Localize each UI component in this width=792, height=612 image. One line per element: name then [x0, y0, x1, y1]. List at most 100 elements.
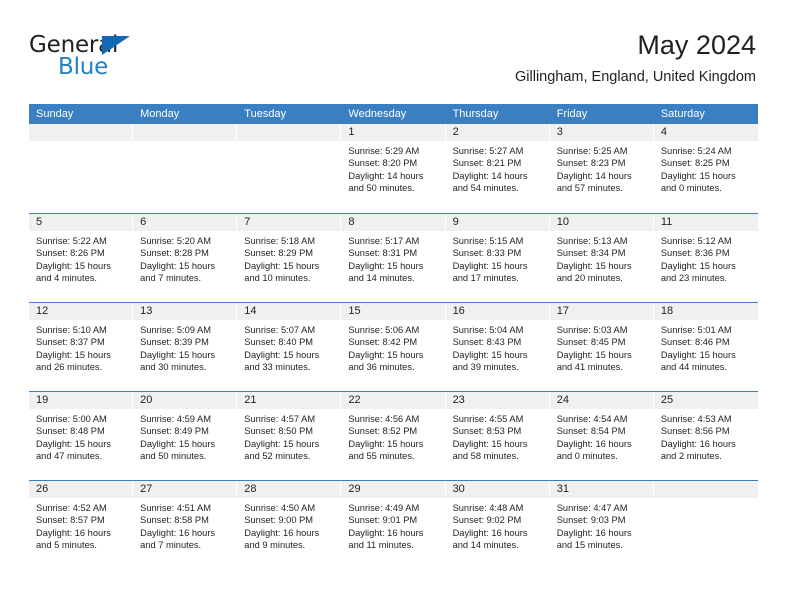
calendar-day-cell[interactable]: 12 Sunrise: 5:10 AM Sunset: 8:37 PM Dayligh…: [29, 303, 134, 391]
day-number: 12: [29, 303, 134, 320]
calendar-day-cell[interactable]: 16 Sunrise: 5:04 AM Sunset: 8:43 PM Dayligh…: [445, 303, 550, 391]
calendar-day-cell[interactable]: 9 Sunrise: 5:15 AM Sunset: 8:33 PM Daylight…: [445, 214, 550, 302]
calendar-day-cell[interactable]: 24 Sunrise: 4:54 AM Sunset: 8:54 PM Dayligh…: [549, 392, 654, 480]
day-details: Sunrise: 5:29 AM Sunset: 8:20 PM Daylight:…: [341, 141, 445, 195]
daylight-text: Daylight: 16 hours and 15 minutes.: [556, 527, 632, 551]
calendar-day-cell[interactable]: 19 Sunrise: 5:00 AM Sunset: 8:48 PM Dayligh…: [29, 392, 134, 480]
calendar-day-cell[interactable]: 6 Sunrise: 5:20 AM Sunset: 8:28 PM Daylight…: [133, 214, 238, 302]
calendar-day-cell[interactable]: 31 Sunrise: 4:47 AM Sunset: 9:03 PM Dayligh…: [549, 481, 654, 569]
daylight-text: Daylight: 15 hours and 0 minutes.: [660, 170, 736, 194]
sunrise-text: Sunrise: 5:13 AM: [556, 236, 628, 246]
day-number: 28: [237, 481, 342, 498]
calendar-day-cell[interactable]: 28 Sunrise: 4:50 AM Sunset: 9:00 PM Dayligh…: [237, 481, 342, 569]
calendar-day-cell[interactable]: 4 Sunrise: 5:24 AM Sunset: 8:25 PM Daylight…: [653, 124, 758, 213]
day-details: Sunrise: 4:48 AM Sunset: 9:02 PM Daylight:…: [446, 498, 550, 552]
sunrise-text: Sunrise: 5:22 AM: [36, 236, 107, 246]
day-number: 13: [133, 303, 238, 320]
calendar-day-cell[interactable]: 18 Sunrise: 5:01 AM Sunset: 8:46 PM Dayligh…: [653, 303, 758, 391]
logo-text-blue: Blue: [58, 54, 109, 80]
day-details: Sunrise: 5:01 AM Sunset: 8:46 PM Daylight:…: [654, 320, 758, 374]
day-number: 29: [341, 481, 446, 498]
day-number: 10: [549, 214, 654, 231]
daylight-text: Daylight: 15 hours and 44 minutes.: [660, 349, 736, 373]
sunset-text: Sunset: 8:31 PM: [348, 248, 418, 259]
calendar-week-row: 5 Sunrise: 5:22 AM Sunset: 8:26 PM Daylight…: [29, 213, 758, 302]
sunset-text: Sunset: 8:26 PM: [36, 248, 105, 259]
calendar-day-cell[interactable]: 3 Sunrise: 5:25 AM Sunset: 8:23 PM Daylight…: [549, 124, 654, 213]
weekday-friday: Friday: [556, 108, 588, 120]
sunrise-text: Sunrise: 5:18 AM: [244, 236, 316, 246]
calendar-day-cell[interactable]: 22 Sunrise: 4:56 AM Sunset: 8:52 PM Dayligh…: [341, 392, 446, 480]
daylight-text: Daylight: 16 hours and 7 minutes.: [140, 527, 216, 551]
sunset-text: Sunset: 8:33 PM: [452, 248, 522, 259]
day-details: Sunrise: 5:22 AM Sunset: 8:26 PM Daylight:…: [29, 231, 133, 285]
day-details: Sunrise: 5:03 AM Sunset: 8:45 PM Daylight:…: [550, 320, 654, 374]
calendar-day-cell[interactable]: 29 Sunrise: 4:49 AM Sunset: 9:01 PM Dayligh…: [341, 481, 446, 569]
sunrise-text: Sunrise: 5:27 AM: [452, 146, 524, 156]
weekday-thursday: Thursday: [452, 108, 499, 120]
sunrise-text: Sunrise: 4:57 AM: [244, 414, 316, 424]
sunrise-text: Sunrise: 4:51 AM: [140, 503, 211, 513]
sunrise-text: Sunrise: 4:47 AM: [556, 503, 628, 513]
page-subtitle: Gillingham, England, United Kingdom: [515, 69, 756, 85]
calendar-day-cell[interactable]: 1 Sunrise: 5:29 AM Sunset: 8:20 PM Daylight…: [341, 124, 446, 213]
sunset-text: Sunset: 8:56 PM: [660, 426, 730, 437]
day-number: 2: [445, 124, 550, 141]
page-title: May 2024: [637, 30, 756, 60]
calendar-day-cell[interactable]: 17 Sunrise: 5:03 AM Sunset: 8:45 PM Dayligh…: [549, 303, 654, 391]
page-header: General Blue May 2024 Gillingham, Englan…: [29, 28, 756, 98]
sunrise-text: Sunrise: 5:00 AM: [36, 414, 107, 424]
calendar-day-cell[interactable]: 25 Sunrise: 4:53 AM Sunset: 8:56 PM Dayligh…: [653, 392, 758, 480]
calendar-day-cell[interactable]: 13 Sunrise: 5:09 AM Sunset: 8:39 PM Dayligh…: [133, 303, 238, 391]
sunset-text: Sunset: 8:29 PM: [244, 248, 314, 259]
calendar-day-cell[interactable]: 26 Sunrise: 4:52 AM Sunset: 8:57 PM Dayligh…: [29, 481, 134, 569]
sunset-text: Sunset: 9:03 PM: [556, 515, 626, 526]
day-number: 27: [133, 481, 238, 498]
calendar-day-cell[interactable]: 11 Sunrise: 5:12 AM Sunset: 8:36 PM Dayligh…: [653, 214, 758, 302]
sunrise-text: Sunrise: 5:29 AM: [348, 146, 420, 156]
sunset-text: Sunset: 8:20 PM: [348, 158, 418, 169]
day-number: 1: [341, 124, 446, 141]
day-details: Sunrise: 4:57 AM Sunset: 8:50 PM Daylight:…: [237, 409, 341, 463]
calendar-day-cell[interactable]: 10 Sunrise: 5:13 AM Sunset: 8:34 PM Dayligh…: [549, 214, 654, 302]
day-details: Sunrise: 4:51 AM Sunset: 8:58 PM Daylight:…: [133, 498, 237, 552]
calendar-empty-cell: [29, 124, 134, 213]
sunset-text: Sunset: 9:00 PM: [244, 515, 314, 526]
sunset-text: Sunset: 8:45 PM: [556, 337, 626, 348]
day-details: Sunrise: 5:04 AM Sunset: 8:43 PM Daylight:…: [446, 320, 550, 374]
day-details: Sunrise: 5:18 AM Sunset: 8:29 PM Daylight:…: [237, 231, 341, 285]
sunset-text: Sunset: 8:23 PM: [556, 158, 626, 169]
calendar-day-cell[interactable]: 7 Sunrise: 5:18 AM Sunset: 8:29 PM Daylight…: [237, 214, 342, 302]
triangle-icon: [102, 36, 130, 55]
calendar-day-cell[interactable]: 14 Sunrise: 5:07 AM Sunset: 8:40 PM Dayligh…: [237, 303, 342, 391]
day-number: 30: [445, 481, 550, 498]
day-details: Sunrise: 5:06 AM Sunset: 8:42 PM Daylight:…: [341, 320, 445, 374]
calendar-day-cell[interactable]: 20 Sunrise: 4:59 AM Sunset: 8:49 PM Dayligh…: [133, 392, 238, 480]
calendar-day-cell[interactable]: 15 Sunrise: 5:06 AM Sunset: 8:42 PM Dayligh…: [341, 303, 446, 391]
sunrise-text: Sunrise: 4:59 AM: [140, 414, 211, 424]
calendar-empty-cell: [133, 124, 238, 213]
day-details: Sunrise: 4:50 AM Sunset: 9:00 PM Daylight:…: [237, 498, 341, 552]
calendar-day-cell[interactable]: 23 Sunrise: 4:55 AM Sunset: 8:53 PM Dayligh…: [445, 392, 550, 480]
day-number: 31: [549, 481, 654, 498]
calendar-week-row: 19 Sunrise: 5:00 AM Sunset: 8:48 PM Dayligh…: [29, 391, 758, 480]
sunset-text: Sunset: 8:50 PM: [244, 426, 314, 437]
sunrise-text: Sunrise: 4:55 AM: [452, 414, 524, 424]
daylight-text: Daylight: 14 hours and 50 minutes.: [348, 170, 424, 194]
sunset-text: Sunset: 8:46 PM: [660, 337, 730, 348]
day-number: 18: [653, 303, 758, 320]
calendar-day-cell[interactable]: 21 Sunrise: 4:57 AM Sunset: 8:50 PM Dayligh…: [237, 392, 342, 480]
calendar-day-cell[interactable]: 27 Sunrise: 4:51 AM Sunset: 8:58 PM Dayligh…: [133, 481, 238, 569]
weekday-monday: Monday: [140, 108, 180, 120]
calendar-day-cell[interactable]: 2 Sunrise: 5:27 AM Sunset: 8:21 PM Daylight…: [445, 124, 550, 213]
sunrise-text: Sunrise: 5:12 AM: [660, 236, 732, 246]
sunset-text: Sunset: 9:02 PM: [452, 515, 522, 526]
day-details: Sunrise: 4:47 AM Sunset: 9:03 PM Daylight:…: [550, 498, 654, 552]
general-blue-logo[interactable]: General Blue: [29, 32, 229, 88]
sunrise-text: Sunrise: 4:48 AM: [452, 503, 524, 513]
title-block: May 2024 Gillingham, England, United Kin…: [515, 28, 756, 88]
calendar-day-cell[interactable]: 30 Sunrise: 4:48 AM Sunset: 9:02 PM Dayligh…: [445, 481, 550, 569]
calendar-day-cell[interactable]: 8 Sunrise: 5:17 AM Sunset: 8:31 PM Daylight…: [341, 214, 446, 302]
calendar-day-cell[interactable]: 5 Sunrise: 5:22 AM Sunset: 8:26 PM Daylight…: [29, 214, 134, 302]
day-details: Sunrise: 5:07 AM Sunset: 8:40 PM Daylight:…: [237, 320, 341, 374]
